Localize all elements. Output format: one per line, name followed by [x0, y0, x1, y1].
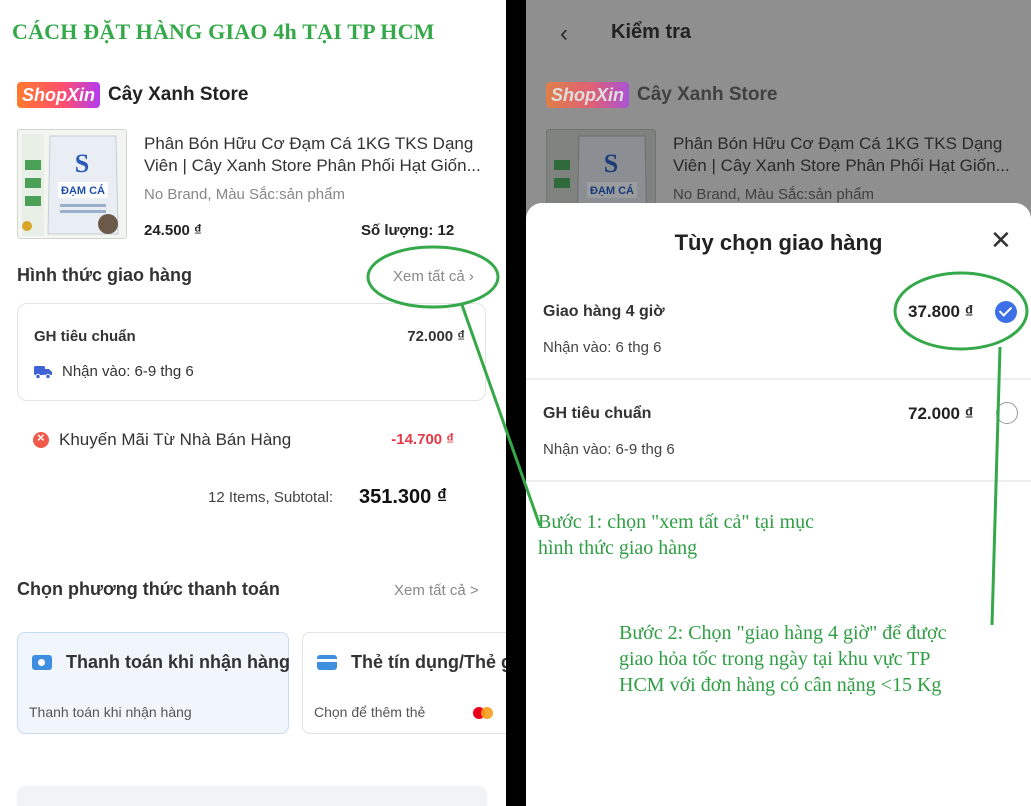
- product-quantity: Số lượng: 12: [361, 222, 455, 239]
- promo-label: Khuyến Mãi Từ Nhà Bán Hàng: [59, 430, 292, 449]
- shipping-eta-row: Nhận vào: 6-9 thg 6: [34, 363, 194, 380]
- store-row-dimmed: ShopXin Cây Xanh Store: [546, 82, 777, 108]
- payment-cod-title: Thanh toán khi nhận hàng: [66, 652, 290, 672]
- truck-icon: [34, 365, 52, 379]
- bottom-bar: [17, 786, 487, 806]
- radio-unchecked-icon[interactable]: [996, 402, 1018, 424]
- back-arrow-icon[interactable]: ‹: [560, 20, 568, 48]
- shipping-name: GH tiêu chuẩn: [34, 328, 136, 345]
- product-image[interactable]: S ĐẠM CÁ: [17, 129, 127, 239]
- shipping-option-card[interactable]: GH tiêu chuẩn 72.000 ₫ Nhận vào: 6-9 thg…: [17, 303, 486, 401]
- radio-checked-icon[interactable]: [995, 301, 1017, 323]
- product-price: 24.500 ₫: [144, 222, 202, 239]
- mastercard-icon: [473, 707, 495, 719]
- shipping-section-title: Hình thức giao hàng: [17, 265, 193, 285]
- step1-line-1: Bước 1: chọn "xem tất cả" tại mục: [538, 511, 814, 533]
- option-eta: Nhận vào: 6-9 thg 6: [543, 441, 675, 458]
- option-divider: [526, 378, 1031, 380]
- svg-text:ĐẠM CÁ: ĐẠM CÁ: [61, 184, 105, 197]
- step2-line-1: Bước 2: Chọn "giao hàng 4 giờ" để được: [619, 622, 947, 644]
- step2-line-2: giao hỏa tốc trong ngày tại khu vực TP: [619, 648, 931, 670]
- step2-annotation: Bước 2: Chọn "giao hàng 4 giờ" để được g…: [619, 620, 946, 698]
- sheet-title: Tùy chọn giao hàng: [674, 230, 883, 255]
- payment-section-title: Chọn phương thức thanh toán: [17, 579, 280, 599]
- see-all-label: Xem tất cả: [393, 268, 465, 285]
- payment-method-card[interactable]: Thẻ tín dụng/Thẻ g Chọn để thêm thẻ: [302, 632, 506, 734]
- svg-text:S: S: [75, 149, 89, 178]
- product-title-dimmed: Phân Bón Hữu Cơ Đạm Cá 1KG TKS Dạng Viên…: [673, 134, 1010, 175]
- option-price: 72.000 ₫: [908, 404, 974, 423]
- guide-title: CÁCH ĐẶT HÀNG GIAO 4h TẠI TP HCM: [12, 19, 435, 44]
- option-divider: [526, 480, 1031, 482]
- wallet-icon: [32, 655, 52, 670]
- panel-divider: [506, 0, 526, 806]
- option-name: Giao hàng 4 giờ: [543, 303, 665, 320]
- shipping-eta: Nhận vào: 6-9 thg 6: [62, 363, 194, 380]
- payment-cod-sub: Thanh toán khi nhận hàng: [29, 704, 192, 720]
- shipping-see-all-link[interactable]: Xem tất cả ›: [393, 268, 474, 285]
- option-eta: Nhận vào: 6 thg 6: [543, 339, 662, 356]
- product-variant-dimmed: No Brand, Màu Sắc:sản phẩm: [673, 186, 874, 203]
- product-variant: No Brand, Màu Sắc:sản phẩm: [144, 186, 345, 203]
- step1-annotation: Bước 1: chọn "xem tất cả" tại mục hình t…: [538, 509, 814, 561]
- product-bag-icon: S ĐẠM CÁ: [18, 130, 126, 238]
- shipping-price: 72.000 ₫: [407, 328, 465, 345]
- store-name: Cây Xanh Store: [637, 84, 778, 105]
- close-icon[interactable]: ✕: [990, 227, 1012, 253]
- payment-card-sub: Chọn để thêm thẻ: [314, 704, 426, 720]
- payment-see-all-link[interactable]: Xem tất cả >: [394, 582, 479, 599]
- shop-badge: ShopXin: [546, 82, 629, 108]
- left-screen: CÁCH ĐẶT HÀNG GIAO 4h TẠI TP HCM ShopXin…: [0, 0, 506, 806]
- promo-row[interactable]: Khuyến Mãi Từ Nhà Bán Hàng: [33, 430, 291, 450]
- shipping-options-sheet: Tùy chọn giao hàng ✕ Giao hàng 4 giờ 37.…: [526, 203, 1031, 806]
- product-title[interactable]: Phân Bón Hữu Cơ Đạm Cá 1KG TKS Dạng Viên…: [144, 133, 489, 177]
- subtotal-label: 12 Items, Subtotal:: [208, 489, 334, 506]
- option-name: GH tiêu chuẩn: [543, 405, 652, 422]
- step2-line-3: HCM với đơn hàng có cân nặng <15 Kg: [619, 674, 942, 696]
- option-price: 37.800 ₫: [908, 302, 974, 321]
- credit-card-icon: [317, 655, 337, 670]
- subtotal-value: 351.300 ₫: [359, 486, 448, 508]
- promo-value: -14.700 ₫: [391, 431, 454, 448]
- chevron-right-icon: ›: [468, 268, 474, 285]
- svg-text:S: S: [604, 149, 618, 178]
- store-row[interactable]: ShopXin Cây Xanh Store: [17, 82, 248, 108]
- store-name: Cây Xanh Store: [108, 84, 249, 105]
- payment-card-title: Thẻ tín dụng/Thẻ g: [351, 652, 506, 672]
- svg-text:ĐẠM CÁ: ĐẠM CÁ: [590, 184, 634, 197]
- voucher-icon: [33, 430, 49, 448]
- shop-badge: ShopXin: [17, 82, 100, 108]
- payment-method-cod[interactable]: Thanh toán khi nhận hàng Thanh toán khi …: [17, 632, 290, 734]
- step1-line-2: hình thức giao hàng: [538, 537, 698, 559]
- checkout-header: Kiểm tra: [611, 21, 692, 43]
